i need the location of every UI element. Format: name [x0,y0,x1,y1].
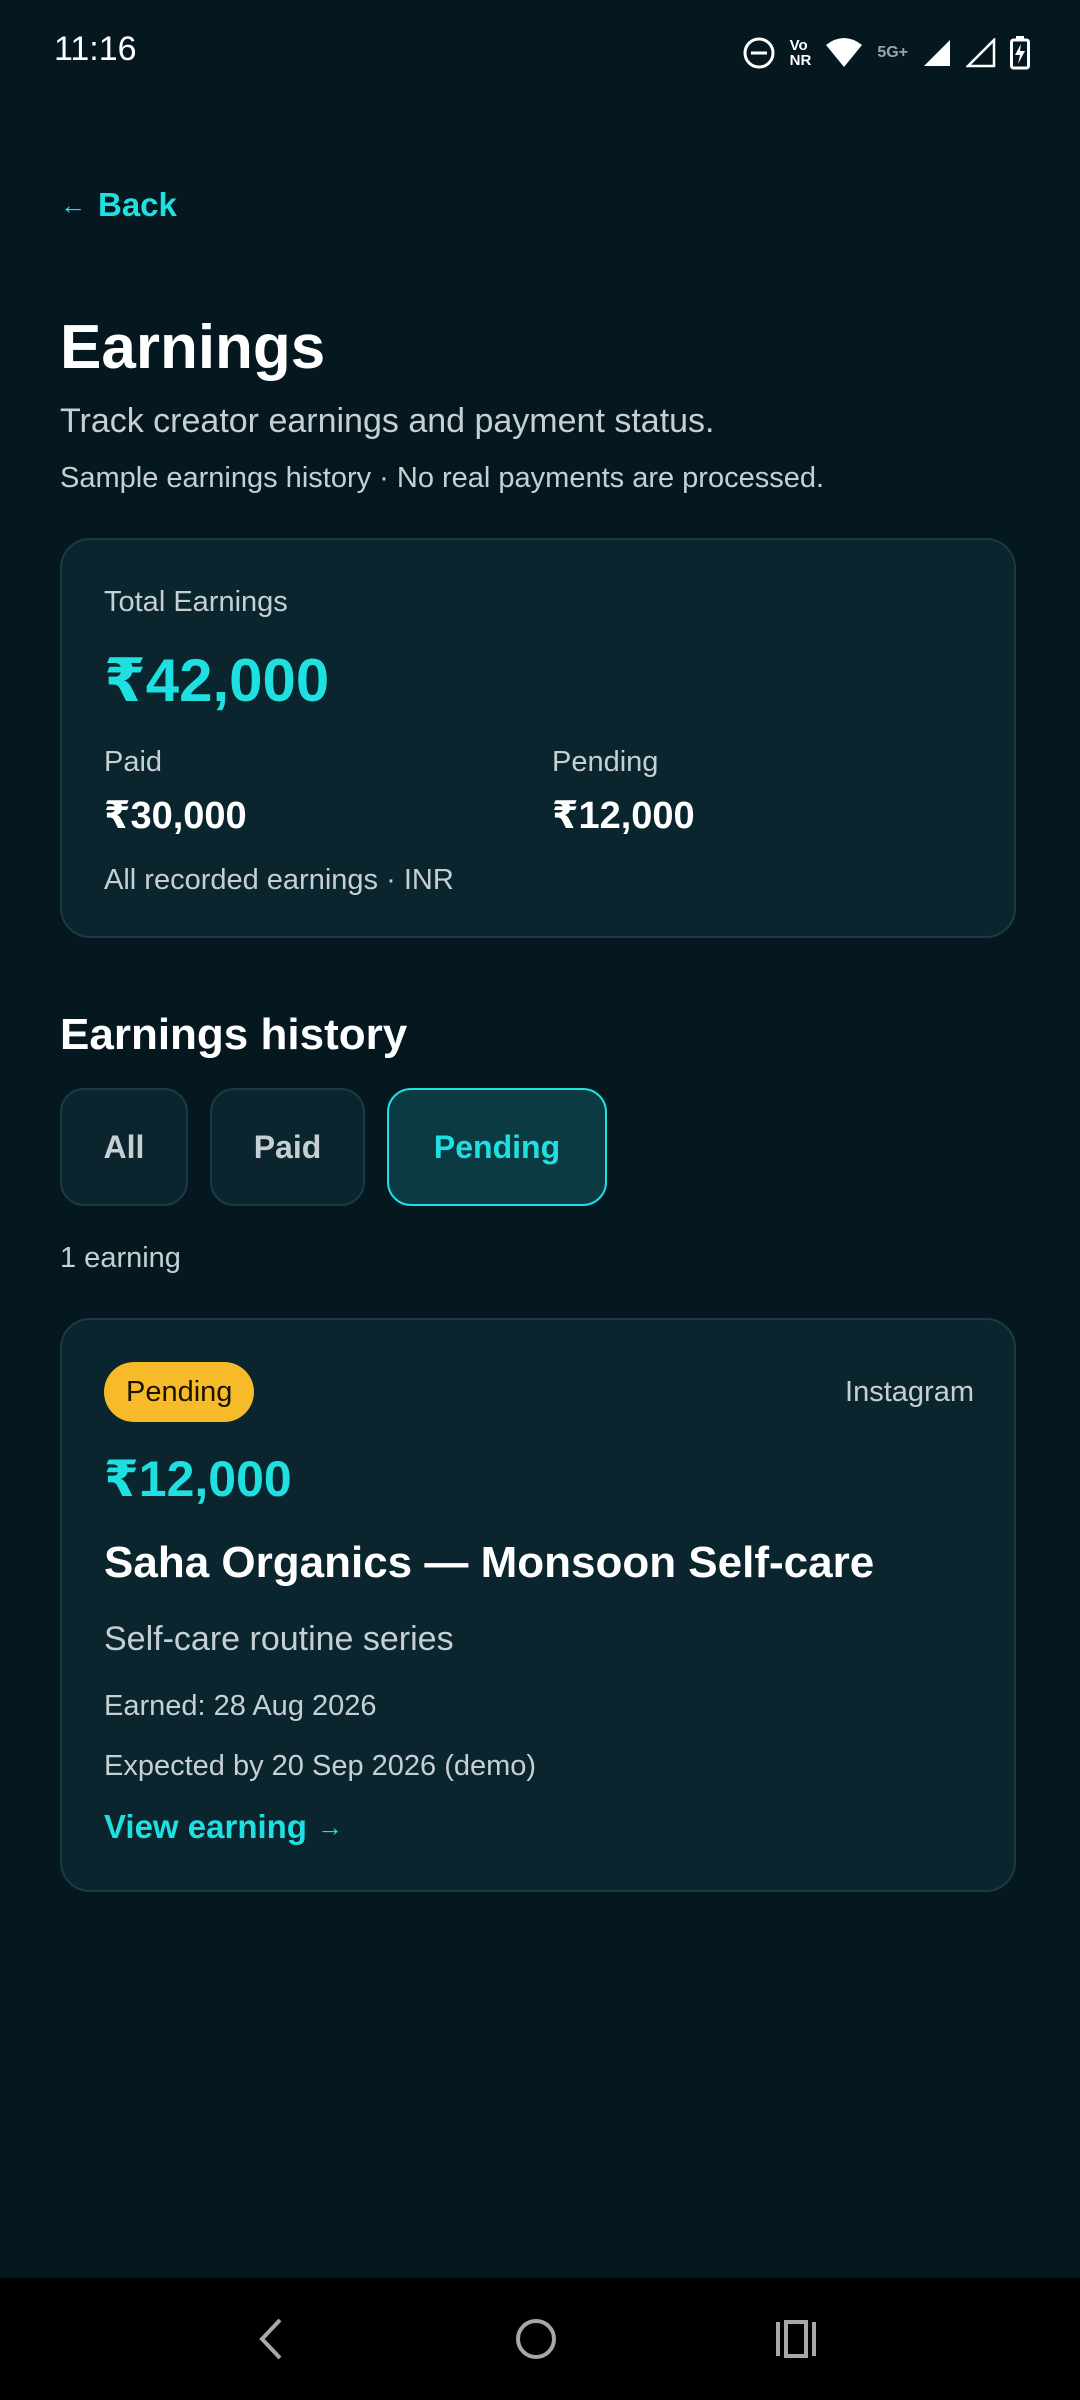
view-earning-label: View earning [104,1808,307,1845]
earning-amount: ₹12,000 [104,1451,292,1507]
arrow-left-icon: ← [60,189,86,220]
pending-value: ₹12,000 [552,795,695,837]
signal-icon [924,40,950,66]
campaign-description: Self-care routine series [104,1620,454,1658]
wifi-icon [826,38,863,67]
page-subtitle: Track creator earnings and payment statu… [60,402,715,440]
summary-footer: All recorded earnings · INR [104,864,454,896]
campaign-title: Saha Organics — Monsoon Self-care [104,1538,875,1587]
recents-nav-icon[interactable] [774,2314,818,2364]
earned-date: Earned: 28 Aug 2026 [104,1690,377,1722]
battery-charging-icon [1010,36,1030,70]
status-time: 11:16 [54,30,137,68]
filter-tabs: All Paid Pending [60,1088,607,1206]
volte-icon: Vo NR [790,38,812,68]
view-earning-link[interactable]: View earning → [104,1808,343,1846]
signal-icon [966,38,996,68]
filter-pending[interactable]: Pending [387,1088,607,1206]
paid-value: ₹30,000 [104,795,247,837]
status-icons: Vo NR 5G+ [742,32,1030,74]
pending-summary: Pending ₹12,000 [552,746,695,838]
volte-top-label: Vo [789,37,808,54]
back-label: Back [98,186,177,223]
network-type-label: 5G+ [877,44,908,61]
status-badge: Pending [104,1362,255,1422]
status-bar: 11:16 Vo NR 5G+ [0,0,1080,108]
result-count: 1 earning [60,1242,181,1274]
total-earnings-label: Total Earnings [104,586,288,618]
earnings-history-title: Earnings history [60,1010,408,1059]
earnings-screen: 11:16 Vo NR 5G+ ← Back Earnings Track cr… [0,0,1080,2400]
arrow-right-icon: → [316,1811,343,1842]
platform-label: Instagram [845,1376,974,1408]
pending-label: Pending [552,746,659,778]
expected-date: Expected by 20 Sep 2026 (demo) [104,1750,537,1782]
earning-card: Pending Instagram ₹12,000 Saha Organics … [60,1318,1016,1892]
system-nav-bar [0,2278,1080,2400]
volte-bottom-label: NR [789,52,812,69]
page-note: Sample earnings history · No real paymen… [60,462,825,494]
earnings-summary-card: Total Earnings ₹42,000 Paid ₹30,000 Pend… [60,538,1016,938]
filter-paid[interactable]: Paid [210,1088,365,1206]
filter-all[interactable]: All [60,1088,188,1206]
paid-label: Paid [104,746,163,778]
do-not-disturb-icon [743,37,775,69]
home-nav-icon[interactable] [514,2314,558,2364]
total-earnings-value: ₹42,000 [104,647,330,714]
back-nav-icon[interactable] [252,2314,288,2364]
paid-summary: Paid ₹30,000 [104,746,247,838]
page-title: Earnings [60,313,326,382]
back-button[interactable]: ← Back [60,186,177,224]
